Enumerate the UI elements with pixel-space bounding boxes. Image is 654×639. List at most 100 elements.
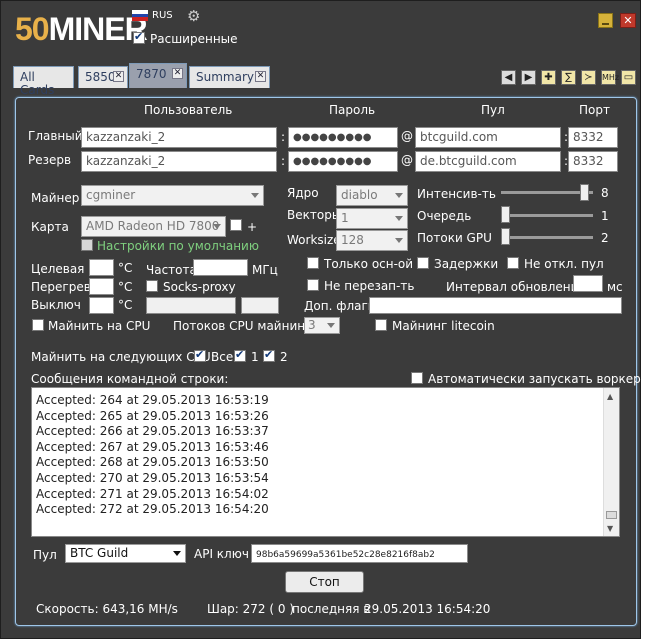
core-label: Ядро: [287, 186, 319, 200]
cpu-threads-label: Потоков CPU майнинга: [173, 319, 319, 333]
vectors-select[interactable]: 1: [336, 208, 408, 229]
cpu-all-label: Все: [211, 350, 234, 364]
scroll-up-icon[interactable]: ▲: [607, 392, 613, 401]
no-pool-off-checkbox[interactable]: [507, 257, 519, 269]
proxy-host-input[interactable]: [146, 297, 236, 314]
backup-user-input[interactable]: kazzanzaki_2: [81, 151, 277, 172]
sum-icon[interactable]: ∑: [561, 70, 576, 85]
main-password-input[interactable]: ●●●●●●●●●: [288, 127, 398, 148]
vectors-label: Векторы: [287, 208, 342, 222]
gpu-threads-label: Потоки GPU: [417, 231, 492, 245]
russia-flag-icon[interactable]: [132, 10, 148, 21]
tab-all-cards[interactable]: All Cards: [13, 66, 74, 97]
gear-icon[interactable]: ⚙: [187, 7, 200, 25]
speed-status: Скорость: 643,16 MH/s: [36, 602, 178, 616]
overheat-label: Перегрев: [31, 280, 91, 294]
card-select[interactable]: AMD Radeon HD 7800: [81, 216, 226, 237]
worksize-select[interactable]: 128: [336, 230, 408, 251]
pool-select[interactable]: BTC Guild: [65, 544, 186, 563]
update-interval-input[interactable]: [573, 275, 603, 292]
cpu-2-label: 2: [280, 350, 288, 364]
socks-checkbox[interactable]: [146, 280, 158, 292]
extended-checkbox[interactable]: [133, 30, 145, 44]
at-sign: @: [401, 129, 413, 143]
stop-button[interactable]: Стоп: [285, 571, 364, 593]
next-icon[interactable]: ▶: [521, 70, 536, 85]
close-tab-icon[interactable]: ✕: [172, 68, 183, 79]
tab-summary[interactable]: Summary ✕: [189, 66, 270, 88]
overheat-input[interactable]: [89, 278, 114, 295]
minimize-button[interactable]: [598, 13, 613, 28]
miner-select[interactable]: cgminer: [81, 185, 264, 206]
litecoin-checkbox[interactable]: [375, 319, 387, 331]
freq-input[interactable]: [193, 259, 248, 276]
api-key-label: API ключ: [194, 547, 249, 561]
mine-cpu-checkbox[interactable]: [32, 319, 44, 331]
log-line: Accepted: 272 at 29.05.2013 16:54:20: [36, 502, 269, 517]
only-main-label: Только осн-ой: [324, 257, 414, 271]
core-select[interactable]: diablo: [336, 185, 408, 206]
freq-unit: МГц: [252, 263, 278, 277]
api-key-input[interactable]: 98b6a59699a5361be52c28e8216f8ab2: [251, 544, 468, 563]
backup-port-input[interactable]: 8332: [568, 151, 618, 172]
gpu-threads-slider[interactable]: [501, 228, 511, 245]
miner-label: Майнер: [31, 191, 80, 205]
close-tab-icon[interactable]: ✕: [255, 71, 266, 82]
main-port-input[interactable]: 8332: [568, 127, 618, 148]
cpu-2-checkbox[interactable]: [263, 348, 275, 362]
cpu-1-checkbox[interactable]: [234, 348, 246, 362]
tab-5850[interactable]: 5850 ✕: [78, 66, 128, 88]
log-output[interactable]: Accepted: 264 at 29.05.2013 16:53:19 Acce…: [31, 387, 620, 537]
unit-label: °C: [118, 261, 133, 275]
intensity-slider[interactable]: [579, 184, 589, 201]
shares-status: Шар: 272 ( 0 ): [207, 602, 295, 616]
terminal-icon[interactable]: ≻: [581, 70, 596, 85]
backup-password-input[interactable]: ●●●●●●●●●: [288, 151, 398, 172]
cpu-1-label: 1: [251, 350, 259, 364]
cpu-all-checkbox[interactable]: [194, 348, 206, 362]
at-sign: @: [401, 153, 413, 167]
prev-icon[interactable]: ◀: [501, 70, 516, 85]
main-pool-input[interactable]: btcguild.com: [415, 127, 561, 148]
scroll-thumb[interactable]: [606, 511, 617, 519]
log-line: Accepted: 268 at 29.05.2013 16:53:50: [36, 455, 269, 470]
proxy-port-input[interactable]: [241, 297, 279, 314]
extra-flags-input[interactable]: [369, 297, 622, 314]
scrollbar[interactable]: ▲ ▼: [603, 388, 619, 536]
close-tab-icon[interactable]: ✕: [113, 71, 124, 82]
folder-icon[interactable]: ▭: [621, 70, 636, 85]
language-label[interactable]: RUS: [152, 9, 173, 23]
autostart-label: Автоматически запускать воркера: [428, 372, 649, 386]
log-line: Accepted: 266 at 29.05.2013 16:53:37: [36, 424, 269, 439]
card-checkbox[interactable]: [230, 219, 242, 231]
no-pool-off-label: Не откл. пул: [524, 257, 604, 271]
app-logo: 50MINER: [15, 11, 148, 47]
scroll-down-icon[interactable]: ▼: [607, 524, 613, 533]
backup-pool-input[interactable]: de.btcguild.com: [415, 151, 561, 172]
separator: :: [281, 130, 286, 144]
no-restart-checkbox[interactable]: [307, 279, 319, 291]
mhz-icon[interactable]: MHz: [601, 70, 619, 85]
card-label: Карта: [31, 220, 69, 234]
log-line: Accepted: 264 at 29.05.2013 16:53:19: [36, 393, 269, 407]
header-pool: Пул: [481, 103, 505, 117]
last-share-time: 29.05.2013 16:54:20: [364, 602, 491, 616]
queue-slider[interactable]: [501, 206, 511, 223]
extended-label: Расширенные: [150, 32, 238, 46]
tab-7870[interactable]: 7870 ✕: [129, 63, 187, 88]
unit-label: °C: [118, 280, 133, 294]
delays-checkbox[interactable]: [417, 257, 429, 269]
add-icon[interactable]: ✚: [541, 70, 556, 85]
target-temp-label: Целевая: [31, 262, 85, 276]
autostart-checkbox[interactable]: [411, 372, 423, 384]
queue-track: [501, 214, 593, 217]
main-user-input[interactable]: kazzanzaki_2: [81, 127, 277, 148]
only-main-checkbox[interactable]: [307, 257, 319, 269]
target-temp-input[interactable]: [89, 259, 114, 276]
defaults-checkbox[interactable]: [81, 239, 93, 251]
cpu-threads-select[interactable]: 3: [304, 317, 340, 334]
socks-label: Socks-proxy: [163, 280, 236, 294]
off-temp-input[interactable]: [89, 297, 114, 314]
plus-label: +: [247, 220, 258, 234]
close-icon[interactable]: ✕: [620, 13, 636, 28]
